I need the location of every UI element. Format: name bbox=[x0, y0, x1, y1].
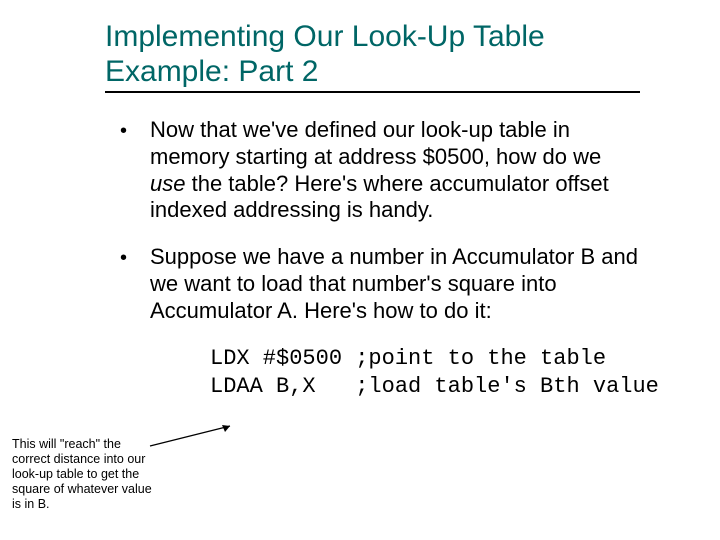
bullet-text: Suppose we have a number in Accumulator … bbox=[150, 244, 640, 324]
bullet-text-italic: use bbox=[150, 171, 185, 196]
annotation-text: This will "reach" the correct distance i… bbox=[12, 437, 152, 512]
bullet-dot: • bbox=[120, 244, 150, 324]
arrow-icon bbox=[148, 420, 238, 450]
bullet-text: Now that we've defined our look-up table… bbox=[150, 117, 640, 224]
bullet-text-pre: Now that we've defined our look-up table… bbox=[150, 117, 601, 169]
bullet-text-pre: Suppose we have a number in Accumulator … bbox=[150, 244, 638, 323]
slide: Implementing Our Look-Up Table Example: … bbox=[0, 0, 720, 540]
code-line-2: LDAA B,X ;load table's Bth value bbox=[210, 374, 659, 399]
bullet-item: • Suppose we have a number in Accumulato… bbox=[120, 244, 640, 324]
title-line-1: Implementing Our Look-Up Table bbox=[105, 20, 640, 55]
bullet-list: • Now that we've defined our look-up tab… bbox=[120, 117, 640, 325]
code-block: LDX #$0500 ;point to the table LDAA B,X … bbox=[210, 345, 680, 401]
code-line-1: LDX #$0500 ;point to the table bbox=[210, 346, 606, 371]
bullet-dot: • bbox=[120, 117, 150, 224]
slide-title: Implementing Our Look-Up Table Example: … bbox=[105, 20, 640, 93]
bullet-text-post: the table? Here's where accumulator offs… bbox=[150, 171, 609, 223]
title-line-2: Example: Part 2 bbox=[105, 55, 318, 88]
bullet-item: • Now that we've defined our look-up tab… bbox=[120, 117, 640, 224]
